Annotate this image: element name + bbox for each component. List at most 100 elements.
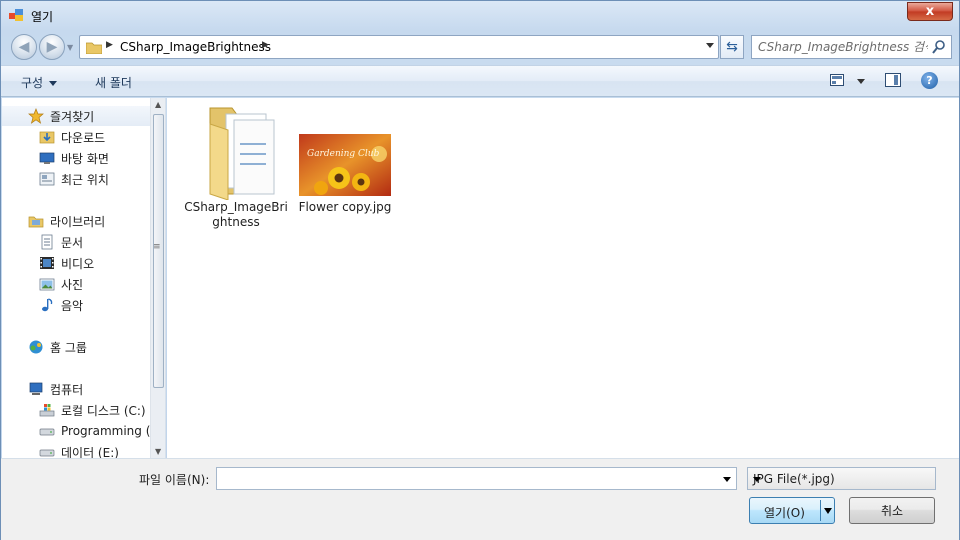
filename-combobox[interactable] [216,467,737,490]
sidebar-item-label: 라이브러리 [50,214,106,229]
chevron-down-icon[interactable] [753,477,761,482]
folder-icon [209,107,275,200]
sidebar-item-local-disk[interactable]: 로컬 디스크 (C:) [2,400,150,420]
search-icon[interactable] [931,39,947,55]
sidebar-item-label: Programming (D [61,424,150,438]
sidebar-item-label: 홈 그룹 [50,340,87,355]
close-icon: x [925,4,935,19]
homegroup-icon [29,340,43,354]
filetype-select[interactable]: JPG File(*.jpg) [747,467,936,490]
refresh-button[interactable]: ⇆ [720,35,744,59]
search-box[interactable] [751,35,952,59]
libraries-icon [28,216,44,228]
sidebar-item-label: 음악 [61,298,84,313]
arrow-right-icon: ▶ [46,39,58,55]
sidebar-item-label: 사진 [61,277,84,292]
open-options-dropdown-icon[interactable] [824,508,832,514]
refresh-icon: ⇆ [726,39,738,55]
back-button[interactable]: ◀ [11,34,37,60]
sidebar-item-computer[interactable]: 컴퓨터 [2,379,150,399]
downloads-folder-icon [39,131,55,144]
sidebar-item-downloads[interactable]: 다운로드 [2,127,150,147]
breadcrumb-chevron-icon[interactable]: ▶ [262,40,269,50]
help-icon[interactable]: ? [921,72,938,89]
desktop-icon [39,152,55,164]
scroll-down-icon[interactable]: ▼ [155,447,161,456]
address-dropdown-icon[interactable] [706,43,714,48]
drive-icon [39,449,55,457]
sidebar-item-data[interactable]: 데이터 (E:) [2,442,150,458]
windows-drive-icon [39,404,55,417]
folder-icon [86,42,102,54]
file-name-continued: ghtness [212,215,260,229]
music-icon [42,298,53,312]
scroll-up-icon[interactable]: ▲ [155,100,161,109]
sidebar-item-homegroup[interactable]: 홈 그룹 [2,337,150,357]
file-list: CSharp_ImageBri ghtness Gardening Club F… [167,98,959,458]
breadcrumb[interactable]: CSharp_ImageBrightness [120,40,271,54]
title-bar: 열기 x [1,1,959,31]
sidebar-item-documents[interactable]: 문서 [2,232,150,252]
sidebar-item-music[interactable]: 음악 [2,295,150,315]
window-title: 열기 [31,10,54,24]
image-thumbnail: Gardening Club [299,134,391,196]
sidebar-item-label: 다운로드 [61,130,106,145]
file-item-folder[interactable]: CSharp_ImageBri ghtness [181,104,291,230]
scroll-grip-icon: ≡ [153,242,161,252]
sidebar-item-label: 컴퓨터 [50,382,84,397]
thumbnail-text: Gardening Club [307,149,380,159]
view-options-dropdown-icon[interactable] [857,79,865,84]
drive-icon [39,428,55,436]
arrow-left-icon: ◀ [18,39,30,55]
filename-label: 파일 이름(N): [139,473,210,487]
breadcrumb-chevron-icon[interactable]: ▶ [106,40,113,50]
search-input[interactable] [758,39,928,55]
filename-field[interactable] [220,471,710,486]
sidebar-scrollbar[interactable]: ▲ ≡ ▼ [150,98,165,458]
computer-icon [29,382,43,395]
open-file-dialog: 열기 x ◀ ▶ ▼ ▶ CSharp_ImageBrightness ▶ ⇆ [0,0,960,540]
split-divider [820,500,821,521]
view-icon[interactable] [830,74,844,86]
pictures-icon [39,278,55,291]
command-toolbar: 구성 새 폴더 ? [1,65,959,97]
organize-label: 구성 [21,76,44,90]
navigation-pane: 즐겨찾기 다운로드 바탕 화면 최근 위치 라이브러리 문서 비디오 사진 음악… [2,98,166,458]
navigation-bar: ◀ ▶ ▼ ▶ CSharp_ImageBrightness ▶ ⇆ [1,33,959,63]
forward-button[interactable]: ▶ [39,34,65,60]
star-icon [28,108,44,124]
chevron-down-icon [49,81,58,86]
organize-menu[interactable]: 구성 [21,74,58,91]
chevron-down-icon[interactable] [723,477,731,482]
sidebar-item-programming[interactable]: Programming (D [2,421,150,441]
sidebar-item-label: 문서 [61,235,84,250]
sidebar-item-desktop[interactable]: 바탕 화면 [2,148,150,168]
file-item-image[interactable]: Gardening Club Flower copy.jpg [293,134,397,215]
sidebar-item-recent[interactable]: 최근 위치 [2,169,150,189]
sidebar-item-videos[interactable]: 비디오 [2,253,150,273]
documents-icon [41,234,53,250]
preview-pane-icon[interactable] [885,73,901,87]
sidebar-item-label: 바탕 화면 [61,151,109,166]
open-button[interactable]: 열기(O) [749,497,835,524]
sidebar-item-pictures[interactable]: 사진 [2,274,150,294]
sidebar-item-label: 데이터 (E:) [61,445,119,459]
address-bar[interactable]: ▶ CSharp_ImageBrightness ▶ [79,35,719,59]
sidebar-item-label: 로컬 디스크 (C:) [61,403,146,418]
recent-places-icon [39,172,55,186]
sidebar-item-label: 최근 위치 [61,172,109,187]
sidebar-item-libraries[interactable]: 라이브러리 [2,211,150,231]
videos-icon [40,257,54,269]
filetype-value: JPG File(*.jpg) [753,472,835,486]
cancel-button[interactable]: 취소 [849,497,935,524]
app-icon [9,9,23,21]
file-name: Flower copy.jpg [298,200,392,214]
close-button[interactable]: x [907,2,953,21]
sidebar-item-label: 즐겨찾기 [50,109,95,124]
recent-pages-dropdown[interactable]: ▼ [67,43,73,52]
sidebar-item-favorites[interactable]: 즐겨찾기 [2,106,150,126]
open-button-label: 열기(O) [764,506,805,520]
sidebar-item-label: 비디오 [61,256,95,271]
file-name: CSharp_ImageBri [184,200,288,214]
new-folder-button[interactable]: 새 폴더 [95,74,132,91]
